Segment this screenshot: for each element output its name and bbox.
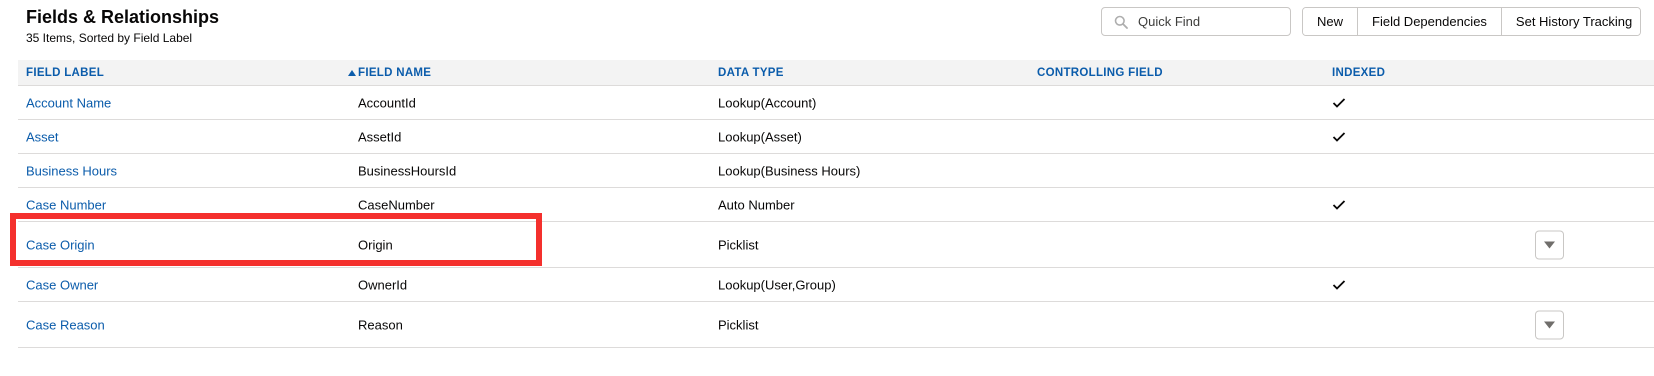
new-button[interactable]: New bbox=[1303, 8, 1359, 35]
column-header-field-name: FIELD NAME bbox=[358, 67, 432, 79]
field-name-cell: BusinessHoursId bbox=[358, 163, 457, 178]
table-row: Asset AssetId Lookup(Asset) bbox=[18, 120, 1654, 154]
table-row: Account Name AccountId Lookup(Account) bbox=[18, 86, 1654, 120]
column-header-field-label[interactable]: FIELD LABEL bbox=[26, 67, 104, 79]
field-name-cell: Origin bbox=[358, 237, 393, 252]
data-type-cell: Auto Number bbox=[718, 197, 795, 212]
field-name-cell: OwnerId bbox=[358, 277, 408, 292]
field-name-cell: AccountId bbox=[358, 95, 416, 110]
column-header-controlling-field: CONTROLLING FIELD bbox=[1037, 67, 1163, 79]
data-type-cell: Lookup(User,Group) bbox=[718, 277, 836, 292]
table-row: Business Hours BusinessHoursId Lookup(Bu… bbox=[18, 154, 1654, 188]
checkmark-icon bbox=[1332, 199, 1346, 210]
field-label-link[interactable]: Case Number bbox=[26, 197, 106, 212]
row-actions-button[interactable] bbox=[1535, 230, 1564, 259]
field-dependencies-button[interactable]: Field Dependencies bbox=[1358, 8, 1502, 35]
table-row: Case Owner OwnerId Lookup(User,Group) bbox=[18, 268, 1654, 302]
table-row: Case Number CaseNumber Auto Number bbox=[18, 188, 1654, 222]
field-name-cell: CaseNumber bbox=[358, 197, 435, 212]
quick-find-input[interactable] bbox=[1136, 13, 1280, 30]
column-header-indexed: INDEXED bbox=[1332, 67, 1386, 79]
field-label-link[interactable]: Case Reason bbox=[26, 317, 105, 332]
quick-find-box[interactable] bbox=[1101, 7, 1291, 36]
set-history-tracking-button[interactable]: Set History Tracking bbox=[1501, 8, 1641, 35]
fields-table: FIELD LABEL FIELD NAME DATA TYPE CONTROL… bbox=[18, 60, 1654, 348]
checkmark-icon bbox=[1332, 97, 1346, 108]
field-label-link[interactable]: Business Hours bbox=[26, 163, 117, 178]
table-row: Case Origin Origin Picklist bbox=[18, 222, 1654, 268]
field-name-cell: AssetId bbox=[358, 129, 402, 144]
field-name-cell: Reason bbox=[358, 317, 403, 332]
column-header-data-type: DATA TYPE bbox=[718, 67, 784, 79]
page-subtitle: 35 Items, Sorted by Field Label bbox=[26, 31, 193, 45]
chevron-down-icon bbox=[1544, 321, 1555, 328]
table-header: FIELD LABEL FIELD NAME DATA TYPE CONTROL… bbox=[18, 60, 1654, 86]
checkmark-icon bbox=[1332, 131, 1346, 142]
chevron-down-icon bbox=[1544, 241, 1555, 248]
field-label-link[interactable]: Asset bbox=[26, 129, 59, 144]
toolbar-button-group: New Field Dependencies Set History Track… bbox=[1302, 7, 1642, 36]
data-type-cell: Picklist bbox=[718, 237, 759, 252]
data-type-cell: Lookup(Asset) bbox=[718, 129, 802, 144]
page-title: Fields & Relationships bbox=[26, 7, 220, 27]
field-label-link[interactable]: Case Origin bbox=[26, 237, 95, 252]
search-icon bbox=[1114, 15, 1128, 29]
data-type-cell: Picklist bbox=[718, 317, 759, 332]
data-type-cell: Lookup(Account) bbox=[718, 95, 817, 110]
field-label-link[interactable]: Case Owner bbox=[26, 277, 98, 292]
sort-ascending-icon[interactable] bbox=[348, 70, 356, 76]
checkmark-icon bbox=[1332, 279, 1346, 290]
row-actions-button[interactable] bbox=[1535, 310, 1564, 339]
data-type-cell: Lookup(Business Hours) bbox=[718, 163, 861, 178]
field-label-link[interactable]: Account Name bbox=[26, 95, 111, 110]
table-row: Case Reason Reason Picklist bbox=[18, 302, 1654, 348]
